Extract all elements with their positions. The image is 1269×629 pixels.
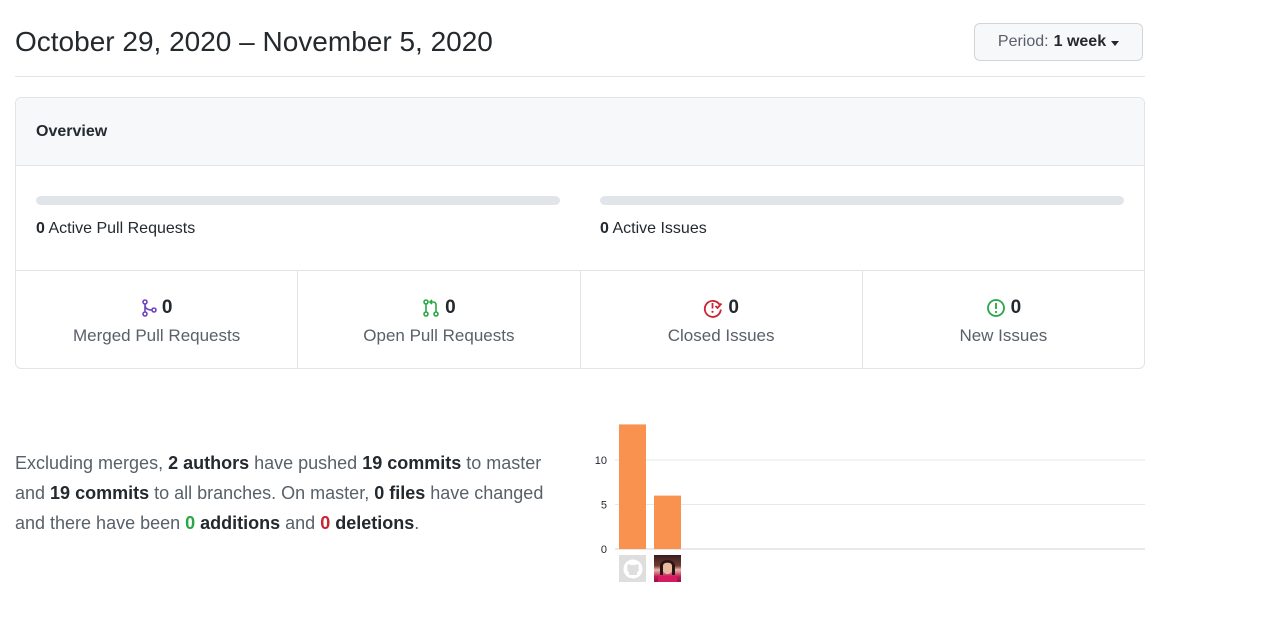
github-octocat-icon [623, 559, 642, 578]
active-pull-requests-count: 0 [36, 220, 45, 237]
active-issues-link[interactable]: 0 Active Issues [600, 220, 707, 238]
active-pull-requests-label: Active Pull Requests [48, 220, 196, 237]
commits-bar-chart: 0 5 10 [595, 424, 1145, 556]
page-title: October 29, 2020 – November 5, 2020 [15, 26, 493, 57]
stats-row: 0 Merged Pull Requests 0 Open Pull Reque… [16, 270, 1144, 368]
commit-bar[interactable] [654, 495, 681, 549]
active-issues-count: 0 [600, 220, 609, 237]
active-pull-requests-link[interactable]: 0 Active Pull Requests [36, 220, 195, 238]
git-pull-request-icon [423, 299, 439, 317]
overview-title: Overview [36, 123, 108, 140]
overview-header: Overview [16, 98, 1144, 166]
period-dropdown-button[interactable]: Period: 1 week [974, 23, 1143, 61]
overview-box: Overview 0 Active Pull Requests 0 Active… [15, 97, 1145, 369]
summary-text: Excluding merges, [15, 453, 169, 473]
new-issues-count: 0 [1010, 297, 1022, 318]
issue-closed-icon [704, 300, 723, 318]
new-issues-stat[interactable]: 0 New Issues [863, 271, 1144, 368]
issue-opened-icon [986, 299, 1005, 317]
commits-chart: 0 5 10 [590, 400, 1150, 600]
caret-down-icon [1111, 40, 1120, 46]
active-pull-requests-bar[interactable] [36, 196, 560, 205]
closed-issues-count: 0 [728, 297, 739, 318]
divider [15, 76, 1145, 77]
period-prefix: Period: [997, 33, 1049, 50]
commit-bar[interactable] [619, 424, 646, 549]
additions-label: additions [195, 513, 281, 533]
author-avatar-user[interactable] [654, 555, 681, 582]
new-issues-label: New Issues [959, 326, 1048, 345]
additions-count: 0 [185, 513, 196, 533]
y-tick-label: 0 [601, 544, 607, 555]
summary-text: and [280, 513, 321, 533]
author-avatar-github[interactable] [619, 555, 646, 582]
merged-pull-requests-label: Merged Pull Requests [72, 326, 241, 345]
active-issues-bar[interactable] [600, 196, 1124, 205]
y-tick-label: 10 [595, 455, 607, 467]
deletions-label: deletions [330, 513, 415, 533]
authors-count: 2 authors [168, 453, 250, 473]
summary-text: have pushed [249, 453, 363, 473]
closed-issues-label: Closed Issues [667, 326, 775, 345]
user-avatar-photo [658, 560, 677, 582]
merged-pull-requests-count: 0 [161, 297, 173, 318]
summary-text: . [414, 513, 420, 533]
merged-pull-requests-stat[interactable]: 0 Merged Pull Requests [16, 271, 299, 368]
files-changed-count: 0 files [374, 483, 426, 503]
commit-summary: Excluding merges, 2 authors have pushed … [15, 448, 575, 538]
deletions-count: 0 [320, 513, 331, 533]
git-merge-icon [142, 299, 157, 317]
master-commits-count: 19 commits [362, 453, 462, 473]
closed-issues-stat[interactable]: 0 Closed Issues [581, 271, 863, 368]
period-value: 1 week [1053, 33, 1107, 50]
y-tick-label: 5 [601, 500, 607, 512]
open-pull-requests-stat[interactable]: 0 Open Pull Requests [298, 271, 581, 368]
active-issues-label: Active Issues [612, 220, 707, 237]
summary-text: to all branches. On master, [149, 483, 375, 503]
open-pull-requests-label: Open Pull Requests [363, 326, 515, 345]
all-branches-commits-count: 19 commits [50, 483, 150, 503]
open-pull-requests-count: 0 [445, 297, 456, 318]
